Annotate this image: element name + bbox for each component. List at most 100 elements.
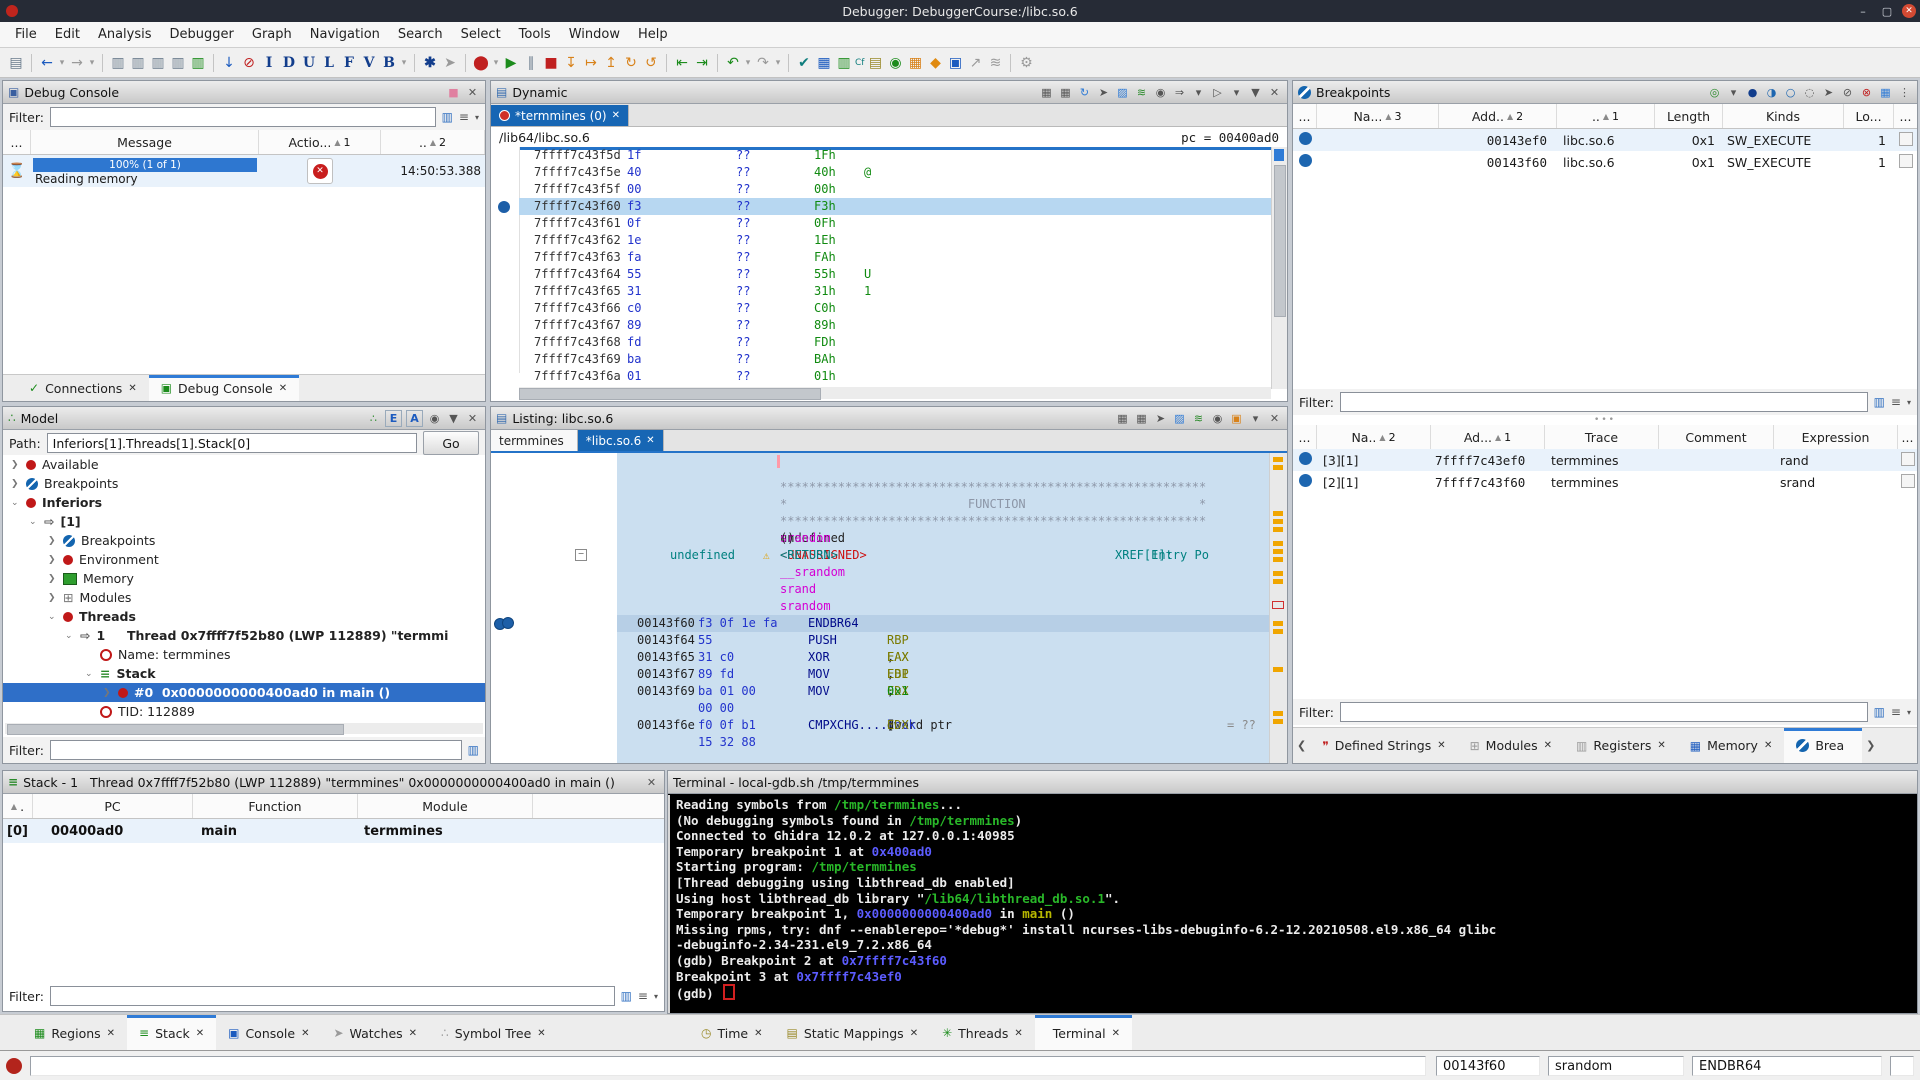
comment-line[interactable]: ****************************************… bbox=[617, 513, 1270, 530]
menu-item[interactable]: File bbox=[6, 27, 46, 42]
close-icon[interactable]: ✕ bbox=[1437, 740, 1445, 751]
datatype-l-icon[interactable]: L bbox=[320, 53, 338, 73]
asm-row[interactable]: 00143f65 31 c0 XOR EAX, EAX bbox=[617, 649, 1270, 666]
function-compare-icon[interactable]: Cf bbox=[855, 53, 864, 73]
go-button[interactable]: Go bbox=[423, 431, 479, 455]
expander-icon[interactable]: ⌄ bbox=[65, 631, 80, 641]
expander-icon[interactable]: ⌄ bbox=[11, 498, 26, 508]
datatype-f-icon[interactable]: F bbox=[340, 53, 358, 73]
datatype-b-icon[interactable]: B bbox=[380, 53, 398, 73]
back-icon[interactable]: ← bbox=[38, 53, 56, 73]
go-next-icon[interactable]: ⇥ bbox=[693, 53, 711, 73]
close-icon[interactable]: ✕ bbox=[1764, 740, 1772, 751]
column-header-actions[interactable]: Actio... ▲ 1 bbox=[259, 130, 381, 154]
filter-column-icon[interactable]: ▥ bbox=[1874, 705, 1885, 719]
comment-line[interactable]: ****************************************… bbox=[617, 479, 1270, 496]
breakpoint-row[interactable]: 00143f60 libc.so.6 0x1 SW_EXECUTE 1 bbox=[1293, 151, 1917, 173]
filter-dropdown-icon[interactable]: ▾ bbox=[1907, 398, 1911, 407]
listing-compare-icon[interactable]: ▥ bbox=[835, 53, 853, 73]
location-state-icon[interactable] bbox=[1298, 452, 1312, 465]
close-icon[interactable]: ✕ bbox=[279, 383, 287, 394]
listing-selection-area[interactable]: ****************************************… bbox=[617, 453, 1270, 763]
undo-icon[interactable]: ↶ bbox=[724, 53, 742, 73]
close-icon[interactable]: ✕ bbox=[754, 1028, 762, 1039]
dynamic-titlebar[interactable]: ▤ Dynamic ▦ ▦ ↻ ➤ ▨ ≋ ◉ ⇒ ▾ ▷ ▾ ▼ ✕ bbox=[491, 81, 1287, 104]
hex-row[interactable]: 7ffff7c43f61 0f ?? 0Fh bbox=[519, 215, 1271, 232]
window-icon[interactable]: ▣ bbox=[946, 53, 964, 73]
splitter-handle[interactable]: ••• bbox=[1293, 415, 1917, 425]
enable-all-icon[interactable]: ● bbox=[1745, 85, 1760, 100]
filter-input[interactable] bbox=[49, 107, 436, 127]
close-icon[interactable]: ✕ bbox=[465, 411, 480, 426]
expander-icon[interactable]: ❯ bbox=[11, 460, 26, 470]
close-icon[interactable]: ✕ bbox=[646, 435, 654, 446]
hex-row[interactable]: 7ffff7c43f64 55 ?? 55h U bbox=[519, 266, 1271, 283]
column-header-name[interactable]: Na.. ▲ 2 bbox=[1317, 425, 1431, 449]
column-header-module[interactable]: .. ▲ 1 bbox=[1557, 104, 1655, 128]
forward-icon[interactable]: → bbox=[68, 53, 86, 73]
clear-flow-icon[interactable]: ⊘ bbox=[240, 53, 258, 73]
close-icon[interactable]: ✕ bbox=[128, 383, 136, 394]
tab-time[interactable]: ◷ Time ✕ bbox=[689, 1015, 774, 1051]
hex-row[interactable]: 7ffff7c43f65 31 ?? 31h 1 bbox=[519, 283, 1271, 300]
tab-regions[interactable]: ▦ Regions ✕ bbox=[22, 1015, 127, 1051]
column-header-more[interactable]: ... bbox=[1894, 104, 1917, 128]
checkbox[interactable] bbox=[1898, 131, 1913, 146]
tab-libc[interactable]: *libc.so.6 ✕ bbox=[577, 430, 664, 451]
path-input[interactable]: Inferiors[1].Threads[1].Stack[0] bbox=[46, 433, 417, 453]
console-row[interactable]: ⌛ 100% (1 of 1) Reading memory ✕ 14:50:5… bbox=[3, 155, 485, 187]
graph-icon[interactable]: ≋ bbox=[986, 53, 1004, 73]
label-line[interactable]: srand bbox=[617, 581, 1270, 598]
panel-menu-icon[interactable]: ▼ bbox=[1248, 85, 1263, 100]
comment-line[interactable]: * FUNCTION * bbox=[617, 496, 1270, 513]
paste-special-icon[interactable]: ▥ bbox=[149, 53, 167, 73]
disable-icon[interactable]: ○ bbox=[1783, 85, 1798, 100]
hex-row[interactable]: 7ffff7c43f62 1e ?? 1Eh bbox=[519, 232, 1271, 249]
expander-icon[interactable]: ❯ bbox=[48, 536, 63, 546]
menu-item[interactable]: Edit bbox=[46, 27, 89, 42]
filter-settings-icon[interactable]: ≡ bbox=[1891, 395, 1901, 409]
stack-frame-row[interactable]: [0] 00400ad0 main termmines bbox=[3, 819, 664, 843]
pointer-icon[interactable]: ➤ bbox=[441, 53, 459, 73]
column-header-name[interactable]: Na... ▲ 3 bbox=[1317, 104, 1439, 128]
filter-dropdown-icon[interactable]: ▾ bbox=[475, 113, 479, 122]
tab-termmines[interactable]: termmines bbox=[491, 430, 578, 451]
select-icon[interactable]: ➤ bbox=[1096, 85, 1111, 100]
assemble-icon[interactable]: ▥ bbox=[189, 53, 207, 73]
tab-defined-strings[interactable]: ❞ Defined Strings ✕ bbox=[1310, 728, 1457, 763]
undo-dropdown-icon[interactable]: ▾ bbox=[744, 53, 752, 73]
tree-item[interactable]: Name: termmines bbox=[3, 645, 485, 664]
tree-item[interactable]: ⌄ 1 Thread 0x7ffff7f52b80 (LWP 112889) "… bbox=[3, 626, 485, 645]
column-header-more[interactable]: ... bbox=[1898, 425, 1917, 449]
table-icon[interactable]: ▦ bbox=[815, 53, 833, 73]
column-header[interactable]: ... bbox=[3, 130, 31, 154]
datatype-v-icon[interactable]: V bbox=[360, 53, 378, 73]
tab-breakpoints[interactable]: Brea bbox=[1784, 728, 1863, 763]
tab-termmines-trace[interactable]: *termmines (0) ✕ bbox=[491, 105, 629, 126]
diamond-icon[interactable]: ◆ bbox=[926, 53, 944, 73]
breakpoint-row[interactable]: 00143ef0 libc.so.6 0x1 SW_EXECUTE 1 bbox=[1293, 129, 1917, 151]
chart-icon[interactable]: ≋ bbox=[1191, 411, 1206, 426]
filter-dropdown-icon[interactable]: ▾ bbox=[654, 992, 658, 1001]
asm-row[interactable]: 00143f69 ba 01 00 MOV EDX, 0x1 bbox=[617, 683, 1270, 700]
minimize-button[interactable]: – bbox=[1854, 2, 1872, 20]
close-icon[interactable]: ✕ bbox=[465, 85, 480, 100]
close-icon[interactable]: ✕ bbox=[612, 110, 620, 121]
label-line[interactable]: __srandom bbox=[617, 564, 1270, 581]
tree-item[interactable]: ❯ Breakpoints bbox=[3, 531, 485, 550]
close-icon[interactable]: ✕ bbox=[644, 775, 659, 790]
asm-row[interactable]: 00143f67 89 fd MOV EBP, EDI bbox=[617, 666, 1270, 683]
filter-input[interactable] bbox=[1339, 702, 1868, 722]
kill-icon[interactable]: ■ bbox=[542, 53, 560, 73]
back-dropdown-icon[interactable]: ▾ bbox=[58, 53, 66, 73]
checkbox[interactable] bbox=[1900, 473, 1915, 488]
clone-icon[interactable]: ▦ bbox=[1058, 85, 1073, 100]
breakpoint-state-icon[interactable] bbox=[1298, 154, 1312, 167]
menu-item[interactable]: Help bbox=[629, 27, 677, 42]
tree-item[interactable]: ❯ Available bbox=[3, 455, 485, 474]
checkbox[interactable] bbox=[1900, 451, 1915, 466]
camera-icon[interactable]: ◉ bbox=[1210, 411, 1225, 426]
filter-input[interactable] bbox=[49, 740, 462, 760]
tab-registers[interactable]: ▥ Registers ✕ bbox=[1564, 728, 1678, 763]
filter-dropdown-icon[interactable]: ▾ bbox=[1907, 708, 1911, 717]
